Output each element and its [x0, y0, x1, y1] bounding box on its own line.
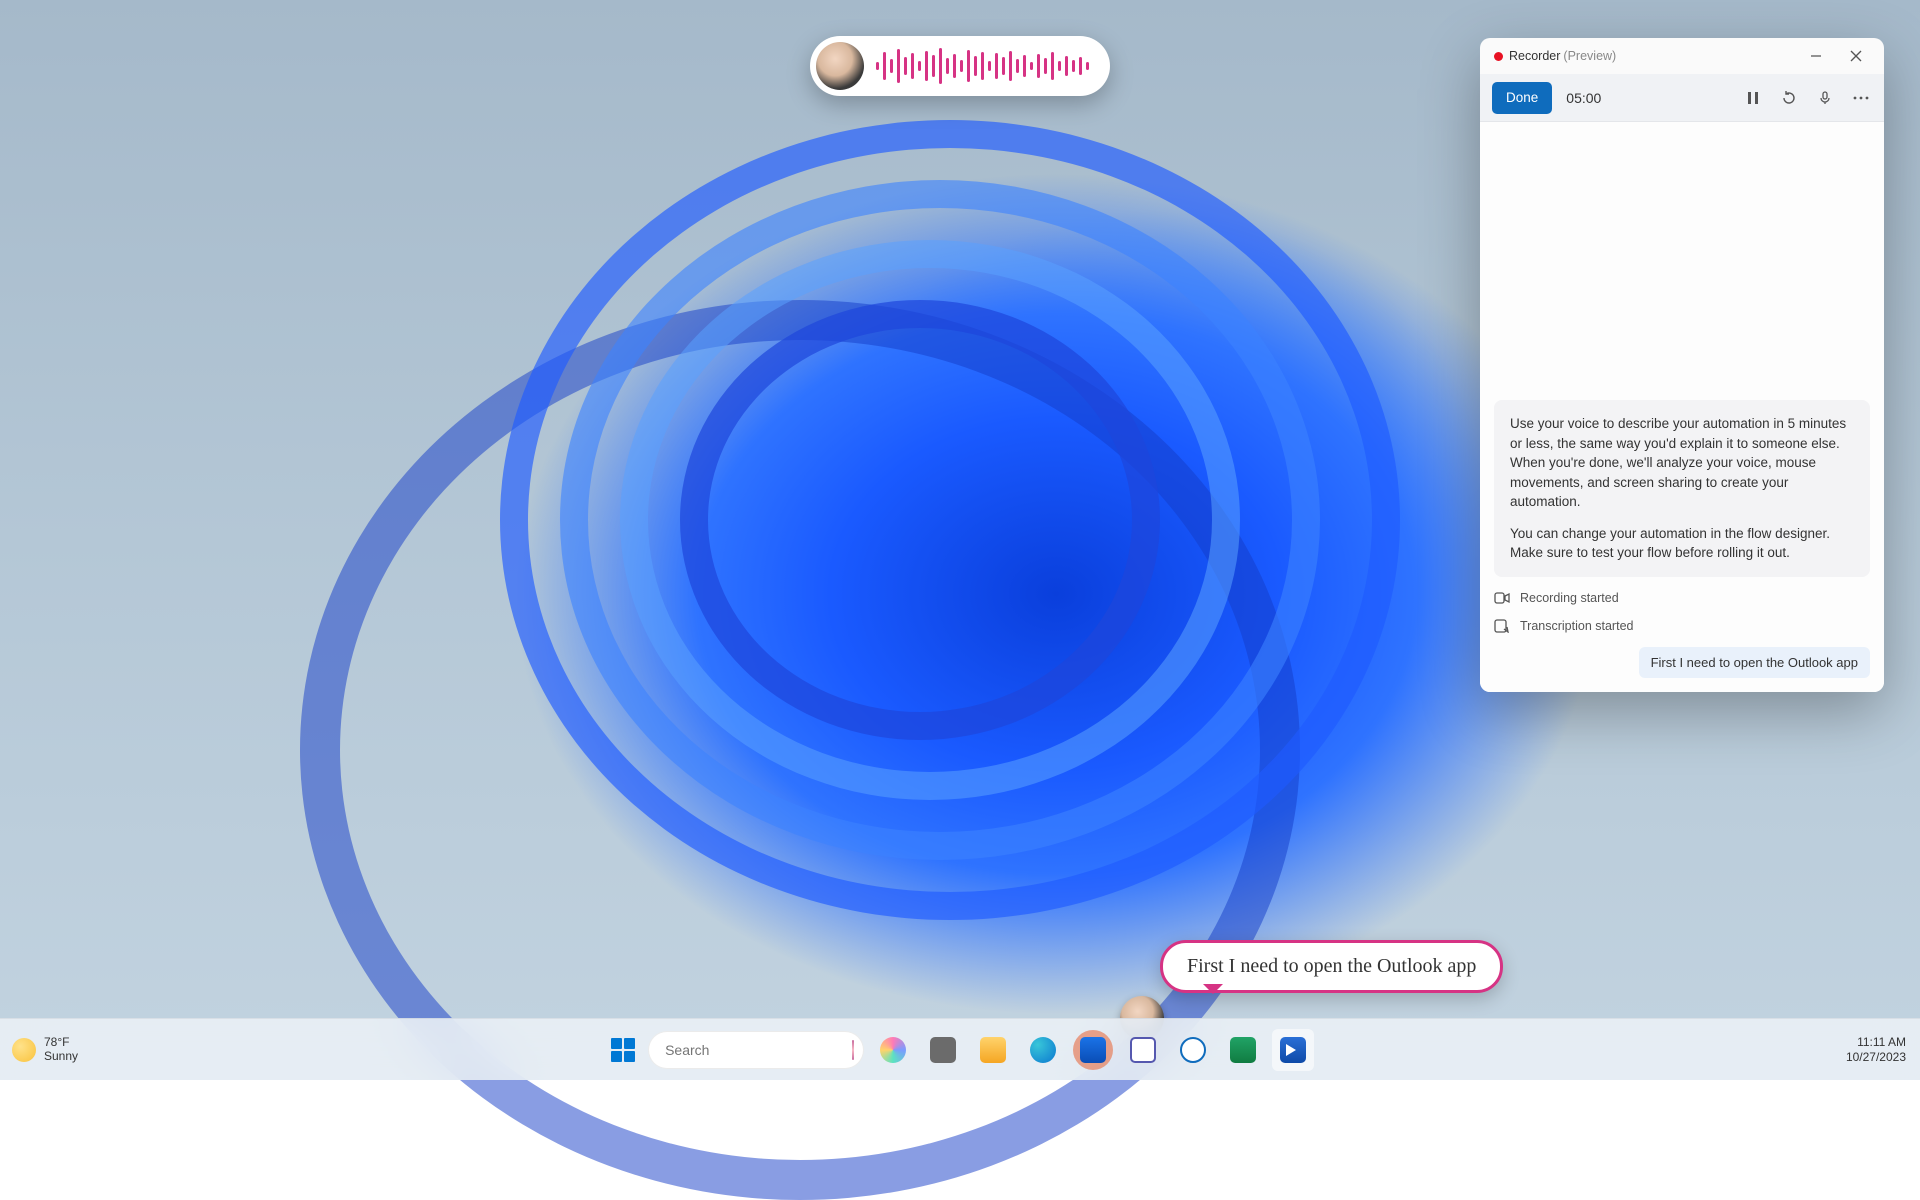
video-icon: [1494, 591, 1510, 605]
system-tray[interactable]: 11:11 AM 10/27/2023: [1846, 1035, 1906, 1065]
search-icon: [658, 1042, 659, 1058]
transcript-icon: [1494, 619, 1510, 633]
windows-logo-icon: [611, 1038, 635, 1062]
taskbar-outlook[interactable]: [1072, 1029, 1114, 1071]
taskbar-edge[interactable]: [1022, 1029, 1064, 1071]
viva-icon: [1180, 1037, 1206, 1063]
more-icon[interactable]: [1850, 87, 1872, 109]
task-view-icon: [930, 1037, 956, 1063]
record-indicator-icon: [1494, 52, 1503, 61]
search-highlight-icon: [852, 1040, 854, 1060]
taskbar-power-automate[interactable]: [1272, 1029, 1314, 1071]
taskbar-task-view[interactable]: [922, 1029, 964, 1071]
taskbar-excel[interactable]: [1222, 1029, 1264, 1071]
tray-time: 11:11 AM: [1857, 1035, 1906, 1050]
recorder-window: Recorder (Preview) Done 05:00 Use your v…: [1480, 38, 1884, 692]
recorder-titlebar[interactable]: Recorder (Preview): [1480, 38, 1884, 74]
weather-widget[interactable]: 78°F Sunny: [12, 1036, 78, 1064]
edge-icon: [1030, 1037, 1056, 1063]
weather-sun-icon: [12, 1038, 36, 1062]
teams-icon: [1130, 1037, 1156, 1063]
hint-card: Use your voice to describe your automati…: [1494, 400, 1870, 577]
taskbar-viva[interactable]: [1172, 1029, 1214, 1071]
search-input[interactable]: [665, 1042, 846, 1058]
taskbar-search[interactable]: [648, 1031, 864, 1069]
recorder-toolbar: Done 05:00: [1480, 74, 1884, 122]
taskbar-file-explorer[interactable]: [972, 1029, 1014, 1071]
copilot-icon: [880, 1037, 906, 1063]
recorder-time: 05:00: [1566, 90, 1601, 106]
start-button[interactable]: [606, 1033, 640, 1067]
voice-avatar: [816, 42, 864, 90]
outlook-icon: [1080, 1037, 1106, 1063]
status-transcription: Transcription started: [1494, 619, 1870, 633]
file-explorer-icon: [980, 1037, 1006, 1063]
cursor-speech-bubble: First I need to open the Outlook app: [1160, 940, 1503, 993]
power-automate-icon: [1280, 1037, 1306, 1063]
excel-icon: [1230, 1037, 1256, 1063]
hint-paragraph-1: Use your voice to describe your automati…: [1510, 414, 1854, 512]
restart-icon[interactable]: [1778, 87, 1800, 109]
transcript-bubble: First I need to open the Outlook app: [1639, 647, 1870, 678]
pause-icon[interactable]: [1742, 87, 1764, 109]
window-title-suffix: (Preview): [1563, 49, 1616, 63]
hint-paragraph-2: You can change your automation in the fl…: [1510, 524, 1854, 563]
status-recording: Recording started: [1494, 591, 1870, 605]
window-title: Recorder: [1509, 49, 1560, 63]
recorder-body: Use your voice to describe your automati…: [1480, 122, 1884, 692]
taskbar-teams[interactable]: [1122, 1029, 1164, 1071]
minimize-button[interactable]: [1796, 41, 1836, 71]
weather-desc: Sunny: [44, 1050, 78, 1064]
tray-date: 10/27/2023: [1846, 1050, 1906, 1065]
voice-waveform: [876, 48, 1094, 84]
taskbar-copilot[interactable]: [872, 1029, 914, 1071]
microphone-icon[interactable]: [1814, 87, 1836, 109]
taskbar: 78°F Sunny 11:11 AM 10/27/2023: [0, 1018, 1920, 1080]
close-button[interactable]: [1836, 41, 1876, 71]
voice-pill: [810, 36, 1110, 96]
done-button[interactable]: Done: [1492, 82, 1552, 114]
weather-temp: 78°F: [44, 1036, 78, 1050]
